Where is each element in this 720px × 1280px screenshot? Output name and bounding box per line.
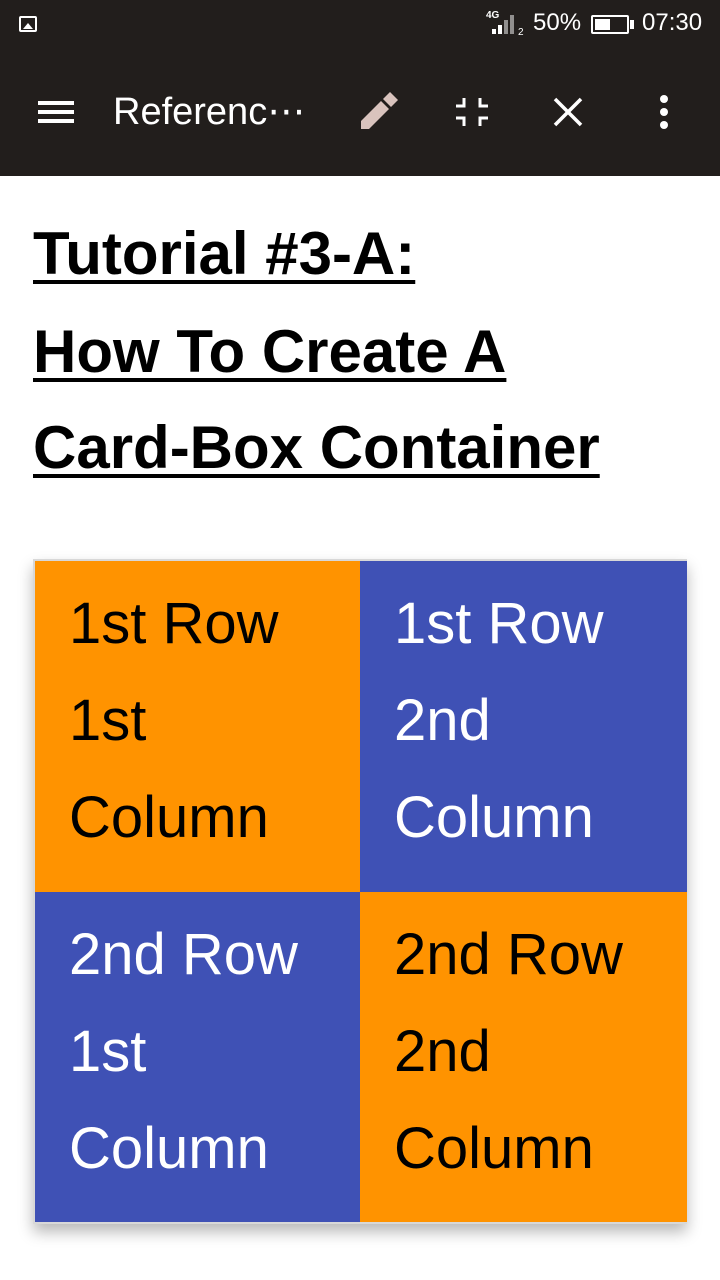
cell-line: 2nd Row — [69, 922, 298, 987]
cell-line: Column — [69, 785, 269, 850]
cell-line: 1st Row — [69, 591, 279, 656]
cell-line: Column — [69, 1116, 269, 1181]
battery-tip — [630, 20, 634, 29]
card-box-container: 1st Row 1st Column 1st Row 2nd Column 2n… — [33, 559, 687, 1224]
page-title-line-3: Card-Box Container — [33, 414, 600, 481]
page-content: Tutorial #3-A: How To Create A Card-Box … — [0, 176, 720, 1280]
page-title-line-2: How To Create A — [33, 318, 507, 385]
shrink-icon[interactable] — [448, 88, 496, 136]
signal-icon: 4G 2 — [486, 10, 526, 38]
card-cell-r1c1: 1st Row 1st Column — [35, 561, 360, 892]
cell-line: Column — [394, 785, 594, 850]
card-cell-r2c2: 2nd Row 2nd Column — [360, 892, 687, 1222]
card-cell-r2c1: 2nd Row 1st Column — [35, 892, 360, 1222]
pencil-icon[interactable] — [352, 88, 400, 136]
cell-line: 1st Row — [394, 591, 604, 656]
cell-line: Column — [394, 1116, 594, 1181]
battery-percent: 50% — [533, 9, 582, 36]
cell-line: 1st — [69, 688, 147, 753]
cell-line: 2nd — [394, 688, 491, 753]
battery-fill — [595, 19, 610, 30]
card-cell-r1c2: 1st Row 2nd Column — [360, 561, 687, 892]
cell-line: 1st — [69, 1019, 147, 1084]
toolbar-title[interactable]: Referenc⋯ — [113, 87, 323, 137]
sim-slot: 2 — [518, 27, 524, 38]
battery-icon — [591, 15, 629, 34]
cell-line: 2nd — [394, 1019, 491, 1084]
cell-line: 2nd Row — [394, 922, 623, 987]
network-type: 4G — [486, 10, 500, 21]
gallery-icon — [19, 16, 37, 32]
page-title-line-1: Tutorial #3-A: — [33, 220, 416, 287]
clock: 07:30 — [642, 9, 703, 36]
status-bar: 4G 2 50% 07:30 — [0, 0, 720, 50]
menu-icon[interactable] — [32, 88, 80, 136]
close-icon[interactable] — [544, 88, 592, 136]
more-vert-icon[interactable] — [640, 88, 688, 136]
app-toolbar: Referenc⋯ — [0, 50, 720, 176]
